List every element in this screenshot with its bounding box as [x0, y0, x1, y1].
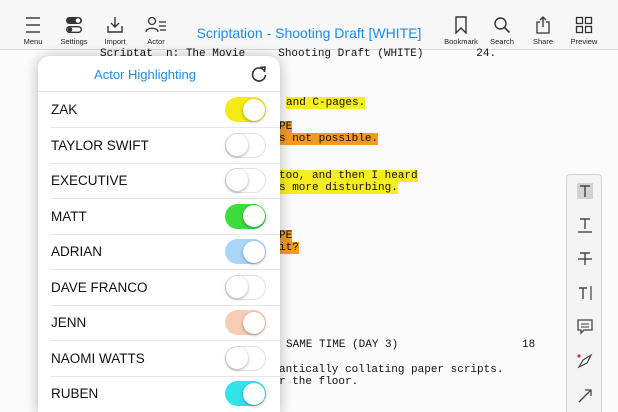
- script-line-highlighted: and C-pages.: [286, 97, 366, 109]
- actor-highlight-toggle[interactable]: [225, 203, 266, 229]
- actor-highlight-toggle[interactable]: [225, 310, 266, 335]
- actor-row[interactable]: TAYLOR SWIFT: [38, 128, 280, 164]
- actor-row[interactable]: ZAK: [38, 92, 280, 128]
- actor-highlight-toggle[interactable]: [225, 239, 266, 264]
- actor-name: ADRIAN: [51, 244, 103, 259]
- toggle-knob: [242, 98, 265, 121]
- script-line-highlighted: s more disturbing.: [279, 182, 398, 194]
- text-highlight-icon: [577, 183, 593, 199]
- actor-highlight-toggle[interactable]: [225, 345, 266, 371]
- text-strikethrough-tool[interactable]: [567, 243, 603, 277]
- actor-row[interactable]: MATT: [38, 199, 280, 235]
- arrow-tool[interactable]: [567, 379, 603, 412]
- script-action-line: r the floor.: [279, 376, 359, 388]
- toggle-knob: [226, 346, 248, 369]
- actor-row[interactable]: EXECUTIVE: [38, 163, 280, 199]
- comment-tool[interactable]: [567, 311, 603, 345]
- preview-grid-icon: [575, 16, 593, 34]
- text-strikethrough-icon: [578, 252, 592, 265]
- import-icon: [107, 17, 123, 33]
- script-line-highlighted: too, and then I heard: [279, 170, 418, 182]
- toggle-knob: [226, 275, 248, 298]
- toggle-knob: [242, 311, 265, 334]
- toggle-knob: [242, 240, 265, 263]
- actor-highlight-toggle[interactable]: [225, 168, 266, 193]
- refresh-icon[interactable]: [250, 65, 268, 83]
- actor-highlight-toggle[interactable]: [225, 274, 266, 300]
- search-icon: [494, 17, 511, 34]
- actor-name: NAOMI WATTS: [51, 350, 145, 366]
- document-title: Scriptation - Shooting Draft [WHITE]: [196, 25, 422, 41]
- script-action-line: antically collating paper scripts.: [279, 364, 504, 376]
- annotation-palette: [566, 174, 602, 412]
- actor-row[interactable]: NAOMI WATTS: [38, 341, 280, 377]
- actor-name: DAVE FRANCO: [51, 279, 148, 295]
- top-toolbar: Menu Settings Import Actor Scriptation -…: [0, 0, 618, 50]
- actor-name: ZAK: [51, 102, 78, 117]
- actor-highlight-toggle[interactable]: [225, 97, 266, 122]
- scene-heading-line: SAME TIME (DAY 3): [286, 339, 399, 351]
- popover-header: Actor Highlighting: [38, 56, 280, 92]
- actor-row[interactable]: JENN: [38, 305, 280, 341]
- settings-toggle-icon: [66, 17, 82, 33]
- script-line-highlighted: PE: [279, 121, 293, 133]
- text-underline-tool[interactable]: [567, 209, 603, 243]
- preview-button[interactable]: Preview: [560, 16, 608, 46]
- arrow-icon: [578, 389, 592, 403]
- toggle-knob: [226, 169, 248, 191]
- toggle-knob: [226, 133, 248, 156]
- actor-row[interactable]: ADRIAN: [38, 234, 280, 270]
- menu-icon: [26, 17, 40, 33]
- comment-icon: [577, 319, 593, 335]
- popover-title: Actor Highlighting: [94, 67, 196, 82]
- script-line-highlighted: PE: [279, 230, 293, 242]
- text-highlight-tool[interactable]: [567, 175, 603, 209]
- text-cursor-tool[interactable]: [567, 277, 603, 311]
- toggle-knob: [242, 382, 265, 405]
- preview-label: Preview: [570, 37, 598, 46]
- toggle-knob: [242, 205, 265, 227]
- actor-name: RUBEN: [51, 386, 99, 401]
- pen-tool[interactable]: [567, 345, 603, 379]
- bookmark-icon: [455, 16, 467, 34]
- actor-name: TAYLOR SWIFT: [51, 137, 149, 153]
- actor-highlight-toggle[interactable]: [225, 381, 266, 406]
- script-line-highlighted: s not possible.: [279, 133, 379, 145]
- text-underline-icon: [578, 218, 592, 233]
- script-line-highlighted: it?: [279, 242, 299, 254]
- actor-name: JENN: [51, 315, 87, 330]
- actor-name: EXECUTIVE: [51, 173, 128, 188]
- scene-number: 18: [522, 339, 536, 351]
- actor-highlighting-popover: Actor Highlighting ZAK TAYLOR SWIFT EXECUT…: [38, 56, 280, 412]
- share-icon: [536, 16, 550, 34]
- actor-row[interactable]: RUBEN: [38, 376, 280, 412]
- text-cursor-icon: [579, 286, 592, 300]
- actor-name: MATT: [51, 208, 87, 224]
- pen-icon: [577, 353, 593, 369]
- actor-highlight-toggle[interactable]: [225, 132, 266, 158]
- actor-row[interactable]: DAVE FRANCO: [38, 270, 280, 306]
